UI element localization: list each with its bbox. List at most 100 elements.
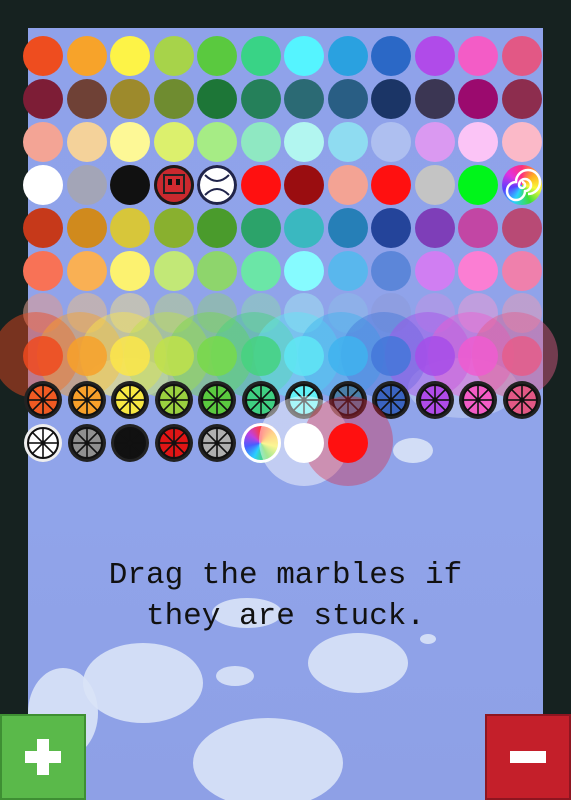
marble[interactable]	[458, 36, 498, 76]
marble[interactable]	[66, 208, 107, 248]
marble[interactable]	[23, 208, 63, 248]
marble[interactable]	[371, 165, 411, 205]
wheel-marble[interactable]	[67, 380, 107, 420]
marble[interactable]	[501, 336, 542, 376]
marble[interactable]	[240, 79, 281, 119]
wheel-marble[interactable]	[154, 423, 194, 463]
marble[interactable]	[110, 36, 150, 76]
marble[interactable]	[284, 165, 324, 205]
marble[interactable]	[414, 336, 455, 376]
marble[interactable]	[327, 165, 368, 205]
marble[interactable]	[371, 79, 411, 119]
wheel-marble[interactable]	[110, 423, 150, 463]
marble[interactable]	[501, 79, 542, 119]
marble[interactable]	[197, 251, 237, 291]
wheel-marble[interactable]	[23, 380, 63, 420]
marble[interactable]	[197, 208, 237, 248]
marble[interactable]	[458, 336, 498, 376]
remove-marbles-button[interactable]	[485, 714, 571, 800]
marble[interactable]	[501, 251, 542, 291]
marble[interactable]	[153, 208, 194, 248]
marble[interactable]	[414, 122, 455, 162]
marble[interactable]	[284, 122, 324, 162]
marble[interactable]	[414, 36, 455, 76]
baseball-marble[interactable]	[197, 165, 237, 205]
white-marble[interactable]	[284, 423, 324, 463]
marble[interactable]	[23, 251, 63, 291]
marble[interactable]	[414, 165, 455, 205]
marble[interactable]	[110, 165, 150, 205]
marble[interactable]	[110, 79, 150, 119]
marble[interactable]	[327, 36, 368, 76]
marble[interactable]	[327, 336, 368, 376]
marble[interactable]	[284, 251, 324, 291]
marble[interactable]	[66, 336, 107, 376]
marble[interactable]	[23, 336, 63, 376]
marble[interactable]	[501, 122, 542, 162]
marble[interactable]	[501, 208, 542, 248]
spiral-marble[interactable]	[501, 165, 542, 205]
marble[interactable]	[66, 165, 107, 205]
marble[interactable]	[110, 122, 150, 162]
marble[interactable]	[371, 208, 411, 248]
marble[interactable]	[240, 251, 281, 291]
marble[interactable]	[458, 165, 498, 205]
marble[interactable]	[153, 79, 194, 119]
wheel-marble[interactable]	[415, 380, 455, 420]
marble[interactable]	[414, 208, 455, 248]
red-marble[interactable]	[327, 423, 368, 463]
marble[interactable]	[240, 336, 281, 376]
marble[interactable]	[66, 251, 107, 291]
marble[interactable]	[66, 79, 107, 119]
marble[interactable]	[501, 36, 542, 76]
wheel-marble[interactable]	[110, 380, 150, 420]
marble[interactable]	[458, 122, 498, 162]
marble[interactable]	[371, 36, 411, 76]
marble[interactable]	[240, 36, 281, 76]
wheel-marble[interactable]	[154, 380, 194, 420]
marble[interactable]	[23, 122, 63, 162]
wheel-marble[interactable]	[502, 380, 542, 420]
marble[interactable]	[458, 251, 498, 291]
marble[interactable]	[458, 79, 498, 119]
marble[interactable]	[371, 336, 411, 376]
marble[interactable]	[153, 336, 194, 376]
marble[interactable]	[240, 165, 281, 205]
wheel-marble[interactable]	[67, 423, 107, 463]
marble[interactable]	[66, 36, 107, 76]
marble[interactable]	[327, 208, 368, 248]
marble[interactable]	[23, 165, 63, 205]
marble[interactable]	[414, 79, 455, 119]
marble[interactable]	[284, 79, 324, 119]
marble[interactable]	[458, 208, 498, 248]
marble[interactable]	[414, 251, 455, 291]
marble[interactable]	[110, 208, 150, 248]
marble[interactable]	[240, 208, 281, 248]
wheel-marble[interactable]	[458, 380, 498, 420]
add-marbles-button[interactable]	[0, 714, 86, 800]
marble[interactable]	[240, 122, 281, 162]
wheel-marble[interactable]	[197, 380, 237, 420]
marble[interactable]	[371, 122, 411, 162]
marble[interactable]	[110, 251, 150, 291]
marble[interactable]	[371, 251, 411, 291]
face-marble[interactable]	[153, 165, 194, 205]
marble[interactable]	[327, 251, 368, 291]
marble[interactable]	[66, 122, 107, 162]
wheel-marble[interactable]	[23, 423, 63, 463]
marble[interactable]	[327, 122, 368, 162]
marble[interactable]	[284, 208, 324, 248]
marble[interactable]	[23, 36, 63, 76]
marble[interactable]	[327, 79, 368, 119]
marble[interactable]	[284, 36, 324, 76]
wheel-marble[interactable]	[197, 423, 237, 463]
marble[interactable]	[110, 336, 150, 376]
marble[interactable]	[197, 36, 237, 76]
marble[interactable]	[153, 251, 194, 291]
marble[interactable]	[23, 79, 63, 119]
marble[interactable]	[197, 336, 237, 376]
marble[interactable]	[153, 122, 194, 162]
marble[interactable]	[197, 122, 237, 162]
marble[interactable]	[197, 79, 237, 119]
marble[interactable]	[153, 36, 194, 76]
